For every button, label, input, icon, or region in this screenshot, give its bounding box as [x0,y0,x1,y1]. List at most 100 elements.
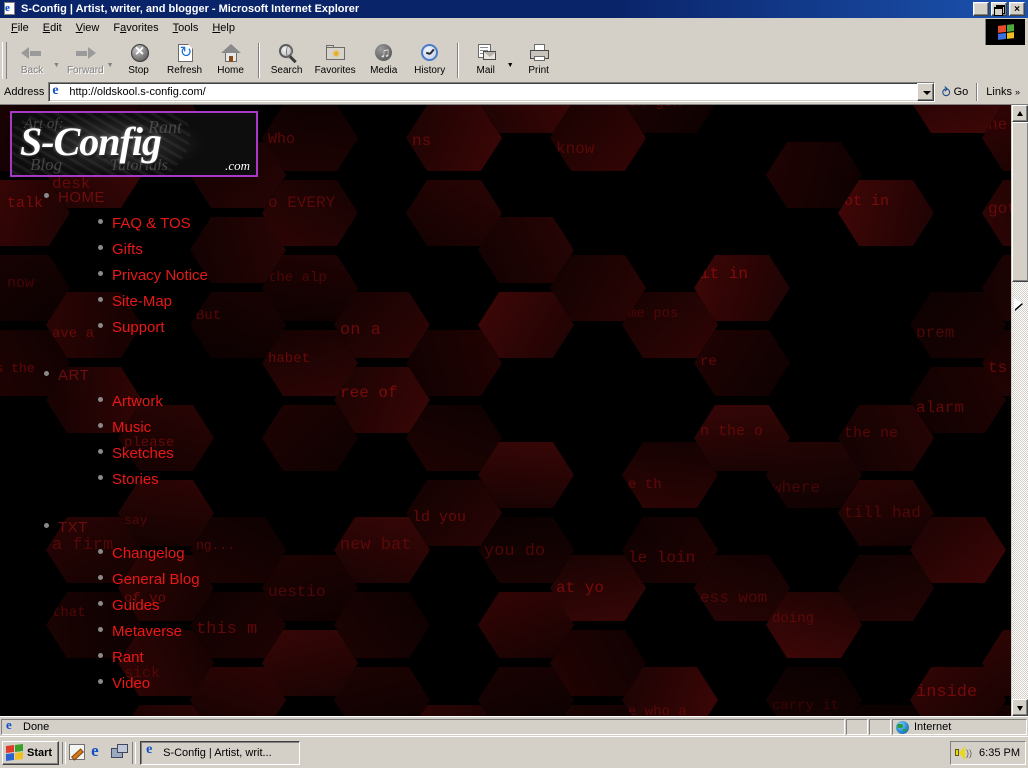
links-button[interactable]: Links » [979,82,1027,102]
nav-link-rant[interactable]: Rant [0,645,330,671]
hex-tile-text: doing [772,611,815,627]
hex-tile-text: new bat [340,536,412,555]
back-arrow-icon [20,42,44,64]
site-logo-banner[interactable]: Art of: Rant Blog Tutorials S-Config .co… [10,111,258,177]
bullet-icon [98,601,103,606]
forward-button[interactable]: Forward [62,40,109,81]
scroll-up-icon[interactable] [1012,105,1028,122]
title-bar: e S-Config | Artist, writer, and blogger… [0,0,1028,18]
hex-tile-text: till had a [844,504,930,522]
nav-link-gifts[interactable]: Gifts [0,237,330,263]
close-button[interactable]: × [1009,2,1025,16]
stop-button[interactable]: Stop [116,40,162,81]
nav-link-metaverse[interactable]: Metaverse [0,619,330,645]
back-button[interactable]: Back [9,40,55,81]
menu-favorites[interactable]: Favorites [106,19,165,37]
go-button[interactable]: ⥁ Go [935,82,976,102]
chevron-right-icon: » [1014,87,1020,97]
nav-link-support[interactable]: Support [0,315,330,341]
nav-header-home[interactable]: HOME [0,185,330,211]
taskbar: Start S-Config | Artist, writ... )) 6:35… [0,736,1028,768]
scrollbar-track[interactable] [1012,122,1028,699]
bullet-icon [44,371,49,376]
bullet-icon [98,245,103,250]
menu-tools[interactable]: Tools [166,19,206,37]
hex-tile-text: n the o [700,423,764,440]
address-dropdown-button[interactable] [916,83,934,101]
toolbar-separator-2 [456,43,459,78]
mail-button[interactable]: Mail [463,40,509,81]
nav-link-sketches[interactable]: Sketches [0,441,330,467]
nav-link-changelog[interactable]: Changelog [0,541,330,567]
nav-link-faq-tos[interactable]: FAQ & TOS [0,211,330,237]
navigation-toolbar: Back ▼ Forward ▼ Stop Refresh Home [0,38,1028,82]
search-button[interactable]: Search [264,40,310,81]
stop-icon [127,42,151,64]
refresh-button[interactable]: Refresh [162,40,208,81]
volume-speaker-icon[interactable]: )) [955,745,972,760]
home-button[interactable]: Home [208,40,254,81]
hex-tile-text: you do [484,542,546,561]
bullet-icon [44,523,49,528]
nav-link-music[interactable]: Music [0,415,330,441]
nav-link-privacy-notice[interactable]: Privacy Notice [0,263,330,289]
nav-link-site-map[interactable]: Site-Map [0,289,330,315]
media-button[interactable]: ♫ Media [361,40,407,81]
nav-header-art[interactable]: ART [0,363,330,389]
search-globe-icon [275,42,299,64]
system-tray: )) 6:35 PM [950,740,1026,765]
nav-link-guides[interactable]: Guides [0,593,330,619]
bullet-icon [98,271,103,276]
hex-tile-text: on a [340,321,381,340]
hex-tile-text: know [556,140,595,158]
scroll-down-icon[interactable] [1012,699,1028,716]
mail-dropdown-icon[interactable]: ▼ [507,52,514,69]
site-navigation: HOME FAQ & TOS Gifts Privacy Notice Site-Map… [0,185,330,716]
quick-launch-bar [69,741,129,762]
favorites-button[interactable]: ✷ Favorites [310,40,361,81]
toolbar-grip[interactable] [2,42,7,79]
nav-link-label: Changelog [112,545,185,562]
minimize-button[interactable] [973,2,989,16]
nav-link-video[interactable]: Video [0,671,330,697]
menu-file[interactable]: FFileile [4,19,36,37]
status-ie-icon [5,720,19,734]
print-button[interactable]: Print [516,40,562,81]
menu-help[interactable]: Help [205,19,242,37]
nav-link-stories[interactable]: Stories [0,467,330,493]
hex-tile-text: me pos [628,306,679,322]
task-button-ie[interactable]: S-Config | Artist, writ... [140,740,301,765]
ie-window-icon [145,742,160,760]
nav-link-general-blog[interactable]: General Blog [0,567,330,593]
ie-page-icon [51,83,66,100]
start-button[interactable]: Start [2,740,60,765]
hex-tile-text: alarm [916,399,965,417]
vertical-scrollbar[interactable] [1011,105,1028,716]
status-message: Done [23,721,50,733]
bullet-icon [98,397,103,402]
hex-tile-text: on gon [628,105,714,113]
hex-tile-text: indow [916,105,1002,106]
history-button[interactable]: History [407,40,453,81]
hex-tile-text: ns [412,132,432,150]
scrollbar-thumb[interactable] [1012,122,1028,282]
window-icon: e [2,2,18,16]
address-input[interactable]: http://oldskool.s-config.com/ [48,82,935,102]
menu-edit[interactable]: Edit [36,19,69,37]
nav-link-label: General Blog [112,571,200,588]
back-dropdown-icon[interactable]: ▼ [53,52,60,69]
clock: 6:35 PM [979,746,1020,759]
hex-tile-text: e th [628,477,662,493]
nav-group-art: ART Artwork Music Sketches Stories [0,363,330,493]
restore-button[interactable] [991,2,1007,16]
internet-explorer-icon[interactable] [90,741,108,762]
network-channels-icon[interactable] [111,743,129,762]
forward-dropdown-icon[interactable]: ▼ [107,52,114,69]
bullet-icon [98,423,103,428]
show-desktop-paint-icon[interactable] [69,743,87,762]
history-clock-icon [418,42,442,64]
favorites-folder-star-icon: ✷ [323,42,347,64]
nav-link-artwork[interactable]: Artwork [0,389,330,415]
menu-view[interactable]: View [69,19,107,37]
nav-header-txt[interactable]: TXT [0,515,330,541]
